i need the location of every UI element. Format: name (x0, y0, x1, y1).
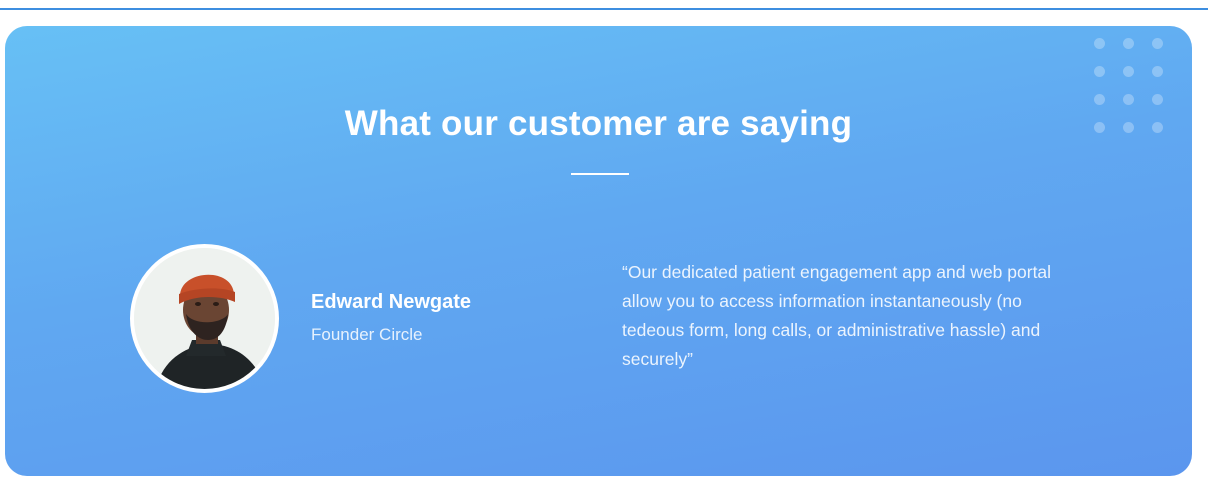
person-portrait-icon (134, 248, 275, 389)
section-title: What our customer are saying (344, 104, 853, 143)
testimonial-author-name: Edward Newgate (311, 291, 472, 313)
testimonial-section: What our customer are saying Edward Newg… (5, 26, 1192, 476)
title-underline (571, 173, 629, 175)
testimonial-author-role: Founder Circle (311, 325, 423, 344)
testimonial-quote: “Our dedicated patient engagement app an… (622, 262, 1052, 369)
avatar (130, 244, 279, 393)
top-divider (0, 8, 1208, 10)
